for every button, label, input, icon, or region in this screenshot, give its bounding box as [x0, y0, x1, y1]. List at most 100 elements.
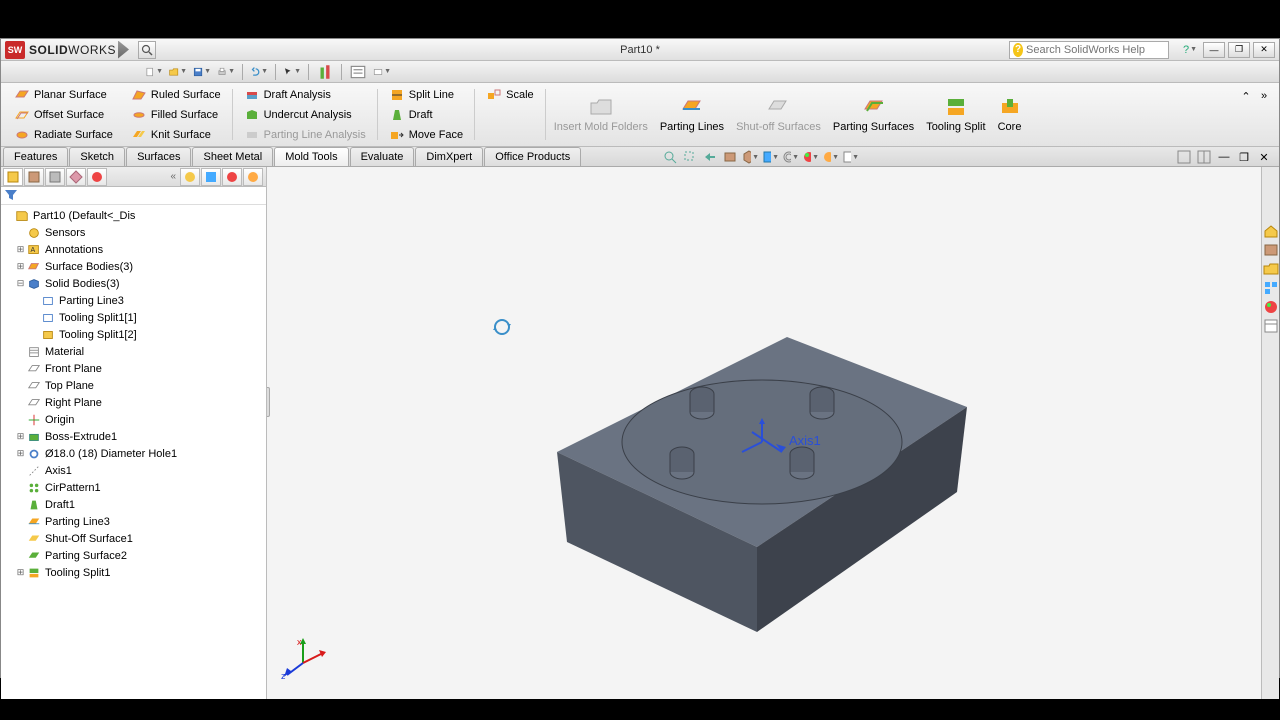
taskpane-appearances-icon[interactable]: [1263, 299, 1279, 315]
filled-surface-button[interactable]: Filled Surface: [128, 105, 224, 124]
apply-scene-button[interactable]: ▼: [821, 148, 839, 166]
print-button[interactable]: ▼: [217, 63, 235, 81]
split-line-button[interactable]: Split Line: [386, 85, 466, 104]
fm-flyout-2[interactable]: [201, 168, 221, 186]
tab-dimxpert[interactable]: DimXpert: [415, 147, 483, 166]
parting-surfaces-button[interactable]: Parting Surfaces: [827, 85, 920, 144]
fm-collapse-icon[interactable]: «: [170, 171, 176, 182]
tree-item[interactable]: Tooling Split1[2]: [1, 326, 266, 343]
help-search-input[interactable]: [1026, 44, 1168, 56]
parting-lines-button[interactable]: Parting Lines: [654, 85, 730, 144]
scale-button[interactable]: Scale: [483, 85, 537, 104]
viewport-3d[interactable]: Axis1 x z: [267, 167, 1261, 699]
taskpane-design-library-icon[interactable]: [1263, 242, 1279, 258]
tree-item[interactable]: ⊞Tooling Split1: [1, 564, 266, 581]
insert-mold-folders-button[interactable]: Insert Mold Folders: [548, 85, 654, 144]
planar-surface-button[interactable]: Planar Surface: [11, 85, 116, 104]
panel-splitter[interactable]: [267, 387, 270, 417]
undo-button[interactable]: ▼: [250, 63, 268, 81]
doc-minimize-button[interactable]: —: [1215, 148, 1233, 166]
tab-office-products[interactable]: Office Products: [484, 147, 581, 166]
display-style-button[interactable]: ▼: [761, 148, 779, 166]
viewport-split-button[interactable]: [1195, 148, 1213, 166]
minimize-button[interactable]: —: [1203, 42, 1225, 58]
tree-item[interactable]: Front Plane: [1, 360, 266, 377]
restore-button[interactable]: ❐: [1228, 42, 1250, 58]
tab-mold-tools[interactable]: Mold Tools: [274, 147, 348, 166]
tree-item[interactable]: ⊞Ø18.0 (18) Diameter Hole1: [1, 445, 266, 462]
fm-tab-display[interactable]: [87, 168, 107, 186]
zoom-area-button[interactable]: [681, 148, 699, 166]
search-button[interactable]: [138, 41, 156, 59]
feature-tree[interactable]: Part10 (Default<_DisSensors⊞AAnnotations…: [1, 205, 266, 699]
core-button[interactable]: Core: [992, 85, 1028, 144]
new-file-button[interactable]: ▼: [145, 63, 163, 81]
viewport-single-button[interactable]: [1175, 148, 1193, 166]
edit-appearance-button[interactable]: ▼: [801, 148, 819, 166]
tab-features[interactable]: Features: [3, 147, 68, 166]
undercut-analysis-button[interactable]: Undercut Analysis: [241, 105, 369, 124]
tree-item[interactable]: Material: [1, 343, 266, 360]
screen-capture-button[interactable]: ▼: [373, 63, 391, 81]
draft-analysis-button[interactable]: Draft Analysis: [241, 85, 369, 104]
radiate-surface-button[interactable]: Radiate Surface: [11, 125, 116, 144]
knit-surface-button[interactable]: Knit Surface: [128, 125, 224, 144]
options-button[interactable]: [349, 63, 367, 81]
taskpane-view-palette-icon[interactable]: [1263, 280, 1279, 296]
move-face-button[interactable]: Move Face: [386, 125, 466, 144]
tab-surfaces[interactable]: Surfaces: [126, 147, 191, 166]
view-settings-button[interactable]: ▼: [841, 148, 859, 166]
tree-item[interactable]: Parting Surface2: [1, 547, 266, 564]
fm-tab-property[interactable]: [24, 168, 44, 186]
taskpane-custom-props-icon[interactable]: [1263, 318, 1279, 334]
tree-item[interactable]: Shut-Off Surface1: [1, 530, 266, 547]
shutoff-surfaces-button[interactable]: Shut-off Surfaces: [730, 85, 827, 144]
select-button[interactable]: ▼: [283, 63, 301, 81]
section-view-button[interactable]: [721, 148, 739, 166]
help-search[interactable]: ?: [1009, 41, 1169, 59]
tree-item[interactable]: Top Plane: [1, 377, 266, 394]
taskpane-home-icon[interactable]: [1263, 223, 1279, 239]
tab-sketch[interactable]: Sketch: [69, 147, 125, 166]
tree-item[interactable]: Origin: [1, 411, 266, 428]
previous-view-button[interactable]: [701, 148, 719, 166]
fm-flyout-4[interactable]: [243, 168, 263, 186]
view-orientation-button[interactable]: ▼: [741, 148, 759, 166]
tree-item[interactable]: Draft1: [1, 496, 266, 513]
close-button[interactable]: ✕: [1253, 42, 1275, 58]
draft-button[interactable]: Draft: [386, 105, 466, 124]
tree-item[interactable]: Tooling Split1[1]: [1, 309, 266, 326]
ribbon-expand-button[interactable]: »: [1255, 87, 1273, 105]
tab-sheet-metal[interactable]: Sheet Metal: [192, 147, 273, 166]
save-button[interactable]: ▼: [193, 63, 211, 81]
open-file-button[interactable]: ▼: [169, 63, 187, 81]
offset-surface-button[interactable]: Offset Surface: [11, 105, 116, 124]
tree-item[interactable]: CirPattern1: [1, 479, 266, 496]
tree-item[interactable]: Parting Line3: [1, 513, 266, 530]
doc-close-button[interactable]: ✕: [1255, 148, 1273, 166]
tree-item[interactable]: ⊞Boss-Extrude1: [1, 428, 266, 445]
parting-line-analysis-button[interactable]: Parting Line Analysis: [241, 125, 369, 144]
ribbon-collapse-button[interactable]: ⌃: [1237, 87, 1255, 105]
zoom-fit-button[interactable]: [661, 148, 679, 166]
rebuild-button[interactable]: [316, 63, 334, 81]
fm-tab-dimxpert[interactable]: [66, 168, 86, 186]
fm-flyout-1[interactable]: [180, 168, 200, 186]
tree-item[interactable]: ⊞AAnnotations: [1, 241, 266, 258]
fm-filter-bar[interactable]: [1, 187, 266, 205]
tab-evaluate[interactable]: Evaluate: [350, 147, 415, 166]
fm-flyout-3[interactable]: [222, 168, 242, 186]
tree-item[interactable]: ⊞Surface Bodies(3): [1, 258, 266, 275]
doc-restore-button[interactable]: ❐: [1235, 148, 1253, 166]
tree-item[interactable]: Sensors: [1, 224, 266, 241]
fm-tab-tree[interactable]: [3, 168, 23, 186]
help-dropdown[interactable]: ?▼: [1181, 41, 1199, 59]
hide-show-button[interactable]: ▼: [781, 148, 799, 166]
tree-item[interactable]: ⊟Solid Bodies(3): [1, 275, 266, 292]
tree-item[interactable]: Parting Line3: [1, 292, 266, 309]
tooling-split-button[interactable]: Tooling Split: [920, 85, 991, 144]
tree-item[interactable]: Right Plane: [1, 394, 266, 411]
fm-tab-config[interactable]: [45, 168, 65, 186]
taskpane-file-explorer-icon[interactable]: [1263, 261, 1279, 277]
ruled-surface-button[interactable]: Ruled Surface: [128, 85, 224, 104]
